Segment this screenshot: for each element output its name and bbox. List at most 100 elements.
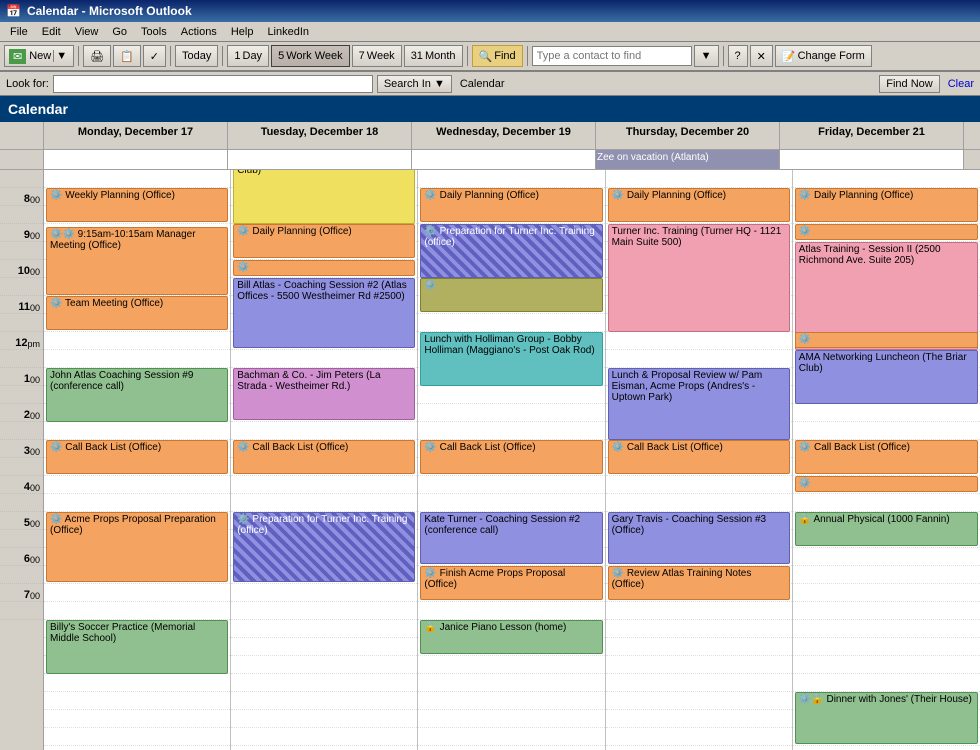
find-now-button[interactable]: Find Now [879,75,939,93]
menu-actions[interactable]: Actions [175,25,223,39]
event-soccer[interactable]: Billy's Soccer Practice (Memorial Middle… [46,620,228,674]
event-icon: ⚙️ [799,226,811,237]
day-icon: 1 [234,50,240,62]
scrollbar-header [964,122,980,149]
event-icon: ⚙️ [424,190,436,201]
event-acme-props-mon[interactable]: ⚙️ Acme Props Proposal Preparation (Offi… [46,512,228,582]
menu-edit[interactable]: Edit [36,25,67,39]
event-callback-mon[interactable]: ⚙️ Call Back List (Office) [46,440,228,474]
day-col-fri[interactable]: ⚙️ Daily Planning (Office) ⚙️ Atlas Trai… [793,170,980,750]
menu-file[interactable]: File [4,25,34,39]
month-button[interactable]: 31 Month [404,45,463,67]
menu-linkedin[interactable]: LinkedIn [261,25,315,39]
new-button[interactable]: ✉ New ▼ [4,45,74,67]
event-fri-icon3[interactable]: ⚙️ [795,476,978,492]
sep1 [78,46,79,66]
event-finish-acme[interactable]: ⚙️ Finish Acme Props Proposal (Office) [420,566,602,600]
event-john-atlas[interactable]: John Atlas Coaching Session #9 (conferen… [46,368,228,422]
spellcheck-button[interactable]: ✓ [143,45,166,67]
event-ama[interactable]: AMA Networking Luncheon (The Briar Club) [795,350,978,404]
sep5 [527,46,528,66]
event-callb-wed[interactable]: ⚙️ Call Back List (Office) [420,440,602,474]
allday-mon [44,150,228,169]
event-gary-travis[interactable]: Gary Travis - Coaching Session #3 (Offic… [608,512,790,564]
event-bachman[interactable]: Bachman & Co. - Jim Peters (La Strada - … [233,368,415,420]
allday-wed [412,150,596,169]
day-button[interactable]: 1 Day [227,45,269,67]
new-dropdown-icon[interactable]: ▼ [53,50,69,62]
event-tue-icon1[interactable]: ⚙️ [233,260,415,276]
event-daily-planning-fri[interactable]: ⚙️ Daily Planning (Office) [795,188,978,222]
event-review-atlas[interactable]: ⚙️ Review Atlas Training Notes (Office) [608,566,790,600]
event-dinner-jones[interactable]: ⚙️🔒 Dinner with Jones' (Their House) [795,692,978,744]
app-icon: 📅 [6,4,21,18]
event-icon: ⚙️ [50,442,62,453]
event-prep-turner-wed[interactable]: ⚙️ Preparation for Turner Inc. Training … [420,224,602,278]
event-icon: ⚙️ [424,226,436,237]
day-col-thu[interactable]: ⚙️ Daily Planning (Office) Turner Inc. T… [606,170,793,750]
day-col-wed[interactable]: ⚙️ Daily Planning (Office) ⚙️ Preparatio… [418,170,605,750]
event-manager-meeting[interactable]: ⚙️⚙️ 9:15am-10:15am Manager Meeting (Off… [46,227,228,295]
event-bill-atlas[interactable]: Bill Atlas - Coaching Session #2 (Atlas … [233,278,415,348]
event-daily-planning-thu[interactable]: ⚙️ Daily Planning (Office) [608,188,790,222]
time-12pm: 12 [15,337,27,349]
day-col-tue[interactable]: ⚙️ BNI Weekly Meeting (The Briar Club) ⚙… [231,170,418,750]
scroll-content[interactable]: 5am 600 700 800 900 1000 1100 12pm [0,170,980,750]
calendar-title: Calendar [8,101,68,117]
week-button[interactable]: 7 Week [352,45,402,67]
work-week-button[interactable]: 5 Work Week [271,45,350,67]
look-for-input[interactable] [53,75,373,93]
sep4 [467,46,468,66]
today-button[interactable]: Today [175,45,218,67]
day-col-mon[interactable]: ⚙️ Weekly Planning (Office) ⚙️⚙️ 9:15am-… [44,170,231,750]
event-icon: ⚙️ [799,442,811,453]
day-header-thu: Thursday, December 20 [596,122,780,149]
find-button[interactable]: 🔍 Find [472,45,523,67]
calendar-label: Calendar [460,78,505,90]
clear-label[interactable]: Clear [948,78,974,90]
event-lunch-proposal[interactable]: Lunch & Proposal Review w/ Pam Eisman, A… [608,368,790,440]
help-button[interactable]: ? [728,45,748,67]
calendar-header: Calendar [0,96,980,122]
event-icon: ⚙️ [424,280,436,291]
event-annual-physical[interactable]: 🔒 Annual Physical (1000 Fannin) [795,512,978,546]
contact-search-input[interactable] [532,46,692,66]
menu-bar: File Edit View Go Tools Actions Help Lin… [0,22,980,42]
change-form-button[interactable]: 📝 Change Form [775,45,872,67]
event-icon: ⚙️ [612,568,624,579]
event-fri-icon1[interactable]: ⚙️ [795,224,978,240]
event-turner-training[interactable]: Turner Inc. Training (Turner HQ - 1121 M… [608,224,790,332]
day-header-wed: Wednesday, December 19 [412,122,596,149]
event-team-meeting[interactable]: ⚙️ Team Meeting (Office) [46,296,228,330]
event-bni[interactable]: ⚙️ BNI Weekly Meeting (The Briar Club) [233,170,415,224]
allday-thu[interactable]: Zee on vacation (Atlanta) [596,150,780,169]
event-fri-icon2[interactable]: ⚙️ [795,332,978,348]
event-wed-olive[interactable]: ⚙️ [420,278,602,312]
event-callb-thu[interactable]: ⚙️ Call Back List (Office) [608,440,790,474]
event-kate-turner[interactable]: Kate Turner - Coaching Session #2 (confe… [420,512,602,564]
menu-tools[interactable]: Tools [135,25,173,39]
print-button[interactable]: 🖨 [83,45,111,67]
close-find-button[interactable]: ✕ [750,45,773,67]
look-for-label: Look for: [6,78,49,90]
event-piano[interactable]: 🔒 Janice Piano Lesson (home) [420,620,602,654]
menu-go[interactable]: Go [106,25,133,39]
event-weekly-planning[interactable]: ⚙️ Weekly Planning (Office) [46,188,228,222]
event-holliman[interactable]: Lunch with Holliman Group - Bobby Hollim… [420,332,602,386]
event-icon: ⚙️ [237,262,249,273]
event-daily-planning-tue[interactable]: ⚙️ Daily Planning (Office) [233,224,415,258]
menu-view[interactable]: View [69,25,105,39]
preview-button[interactable]: 📋 [113,45,141,67]
event-daily-planning-wed[interactable]: ⚙️ Daily Planning (Office) [420,188,602,222]
event-callb-fri[interactable]: ⚙️ Call Back List (Office) [795,440,978,474]
menu-help[interactable]: Help [225,25,260,39]
days-grid: ⚙️ Weekly Planning (Office) ⚙️⚙️ 9:15am-… [44,170,980,750]
event-callb-tue[interactable]: ⚙️ Call Back List (Office) [233,440,415,474]
time-header-spacer [0,122,44,149]
event-prep-turner-tue[interactable]: ⚙️ Preparation for Turner Inc. Training … [233,512,415,582]
event-icon: ⚙️ [50,514,62,525]
search-dropdown[interactable]: ▼ [694,45,719,67]
sep3 [222,46,223,66]
search-in-button[interactable]: Search In ▼ [377,75,452,93]
work-week-icon: 5 [278,50,284,62]
